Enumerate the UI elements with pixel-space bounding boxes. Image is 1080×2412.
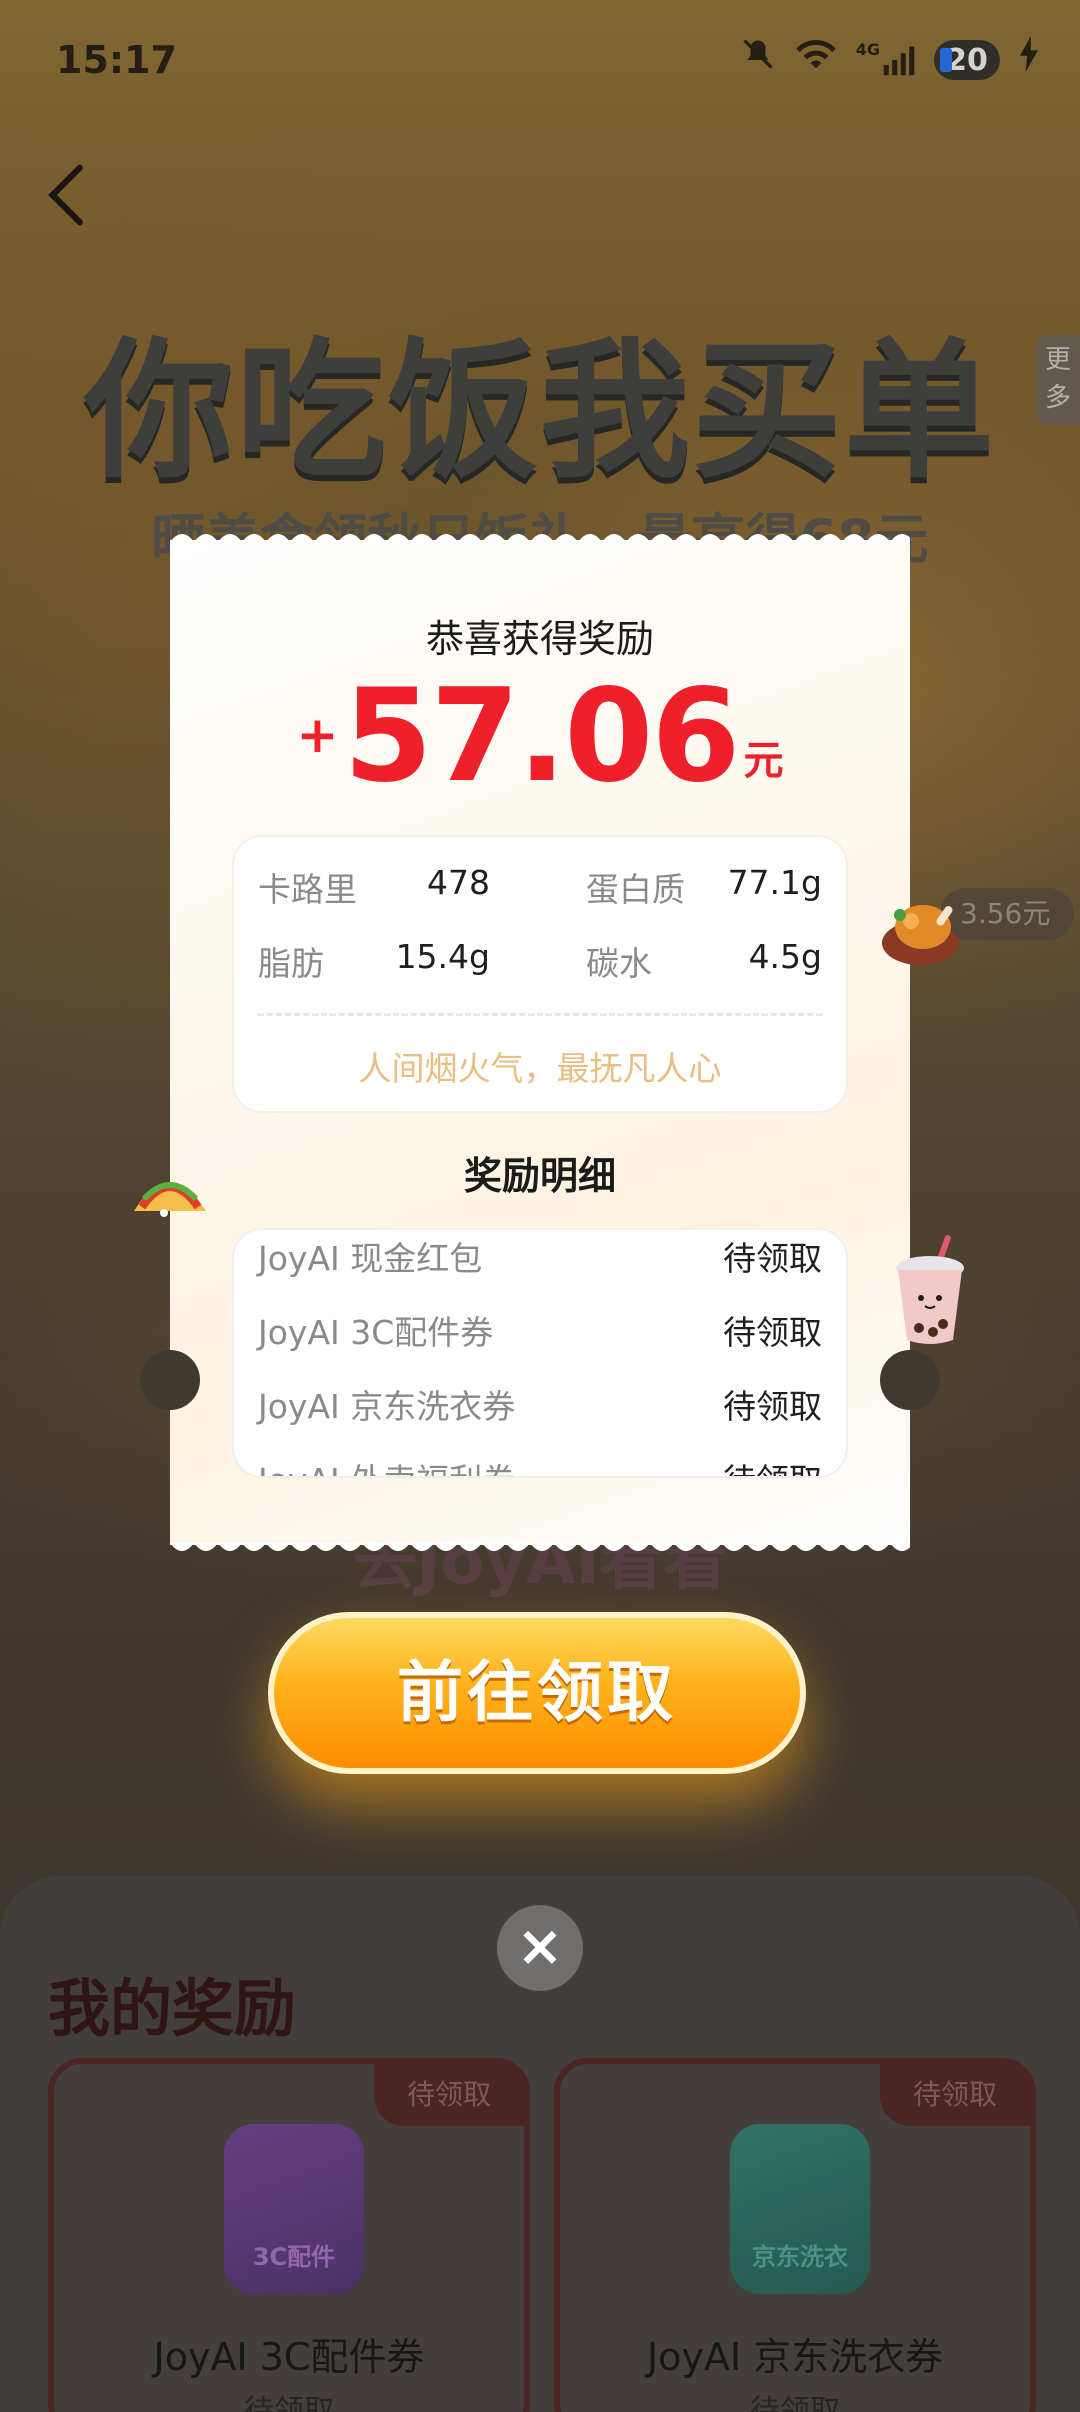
nutrition-value: 15.4g xyxy=(395,937,490,976)
nutrition-value: 77.1g xyxy=(727,863,822,902)
nutrition-label: 碳水 xyxy=(586,944,652,983)
nutrition-label: 蛋白质 xyxy=(586,870,685,909)
nutrition-quote: 人间烟火气，最抚凡人心 xyxy=(358,1049,722,1088)
nutrition-value: 478 xyxy=(427,863,490,902)
dashed-divider xyxy=(258,1013,822,1016)
reward-modal: 恭喜获得奖励 + 57.06 元 卡路里 478 蛋白质 77.1g 脂肪 15… xyxy=(140,534,940,1551)
reward-detail-list[interactable]: JoyAI 现金红包 待领取 JoyAI 3C配件券 待领取 JoyAI 京东洗… xyxy=(232,1228,848,1478)
detail-row: JoyAI 外卖福利券 待领取 xyxy=(234,1454,846,1476)
modal-title: 恭喜获得奖励 xyxy=(425,617,654,661)
reward-amount: + 57.06 元 xyxy=(170,662,910,811)
nutrition-card: 卡路里 478 蛋白质 77.1g 脂肪 15.4g 碳水 4.5g 人间烟火气… xyxy=(232,835,848,1113)
detail-status: 待领取 xyxy=(723,1454,822,1476)
amount-value: 57.06 xyxy=(343,662,741,811)
detail-row: JoyAI 3C配件券 待领取 xyxy=(234,1306,846,1380)
detail-name: JoyAI 外卖福利券 xyxy=(258,1454,515,1476)
detail-title: 奖励明细 xyxy=(463,1154,616,1198)
detail-status: 待领取 xyxy=(723,1239,822,1278)
amount-unit: 元 xyxy=(743,738,784,784)
ticket-top-edge xyxy=(170,534,910,542)
nutrition-label: 脂肪 xyxy=(258,944,324,983)
detail-row: JoyAI 现金红包 待领取 xyxy=(234,1232,846,1306)
ticket-notch-left xyxy=(140,1350,200,1410)
nutrition-row: 脂肪 15.4g 碳水 4.5g xyxy=(234,937,846,987)
ticket-notch-right xyxy=(880,1350,940,1410)
amount-prefix: + xyxy=(296,706,339,764)
detail-status: 待领取 xyxy=(723,1313,822,1352)
detail-name: JoyAI 京东洗衣券 xyxy=(258,1387,516,1426)
claim-button[interactable]: 前往领取 xyxy=(268,1612,806,1774)
nutrition-label: 卡路里 xyxy=(258,870,357,909)
fried-chicken-icon xyxy=(870,880,970,980)
ticket-bottom-edge xyxy=(170,1543,910,1551)
close-icon[interactable]: × xyxy=(497,1905,583,1991)
detail-row: JoyAI 京东洗衣券 待领取 xyxy=(234,1380,846,1454)
nutrition-value: 4.5g xyxy=(748,937,822,976)
nutrition-row: 卡路里 478 蛋白质 77.1g xyxy=(234,863,846,913)
taco-icon xyxy=(120,1145,220,1245)
detail-name: JoyAI 现金红包 xyxy=(258,1239,483,1278)
detail-name: JoyAI 3C配件券 xyxy=(258,1313,494,1352)
bubble-tea-icon xyxy=(880,1230,980,1350)
detail-status: 待领取 xyxy=(723,1387,822,1426)
